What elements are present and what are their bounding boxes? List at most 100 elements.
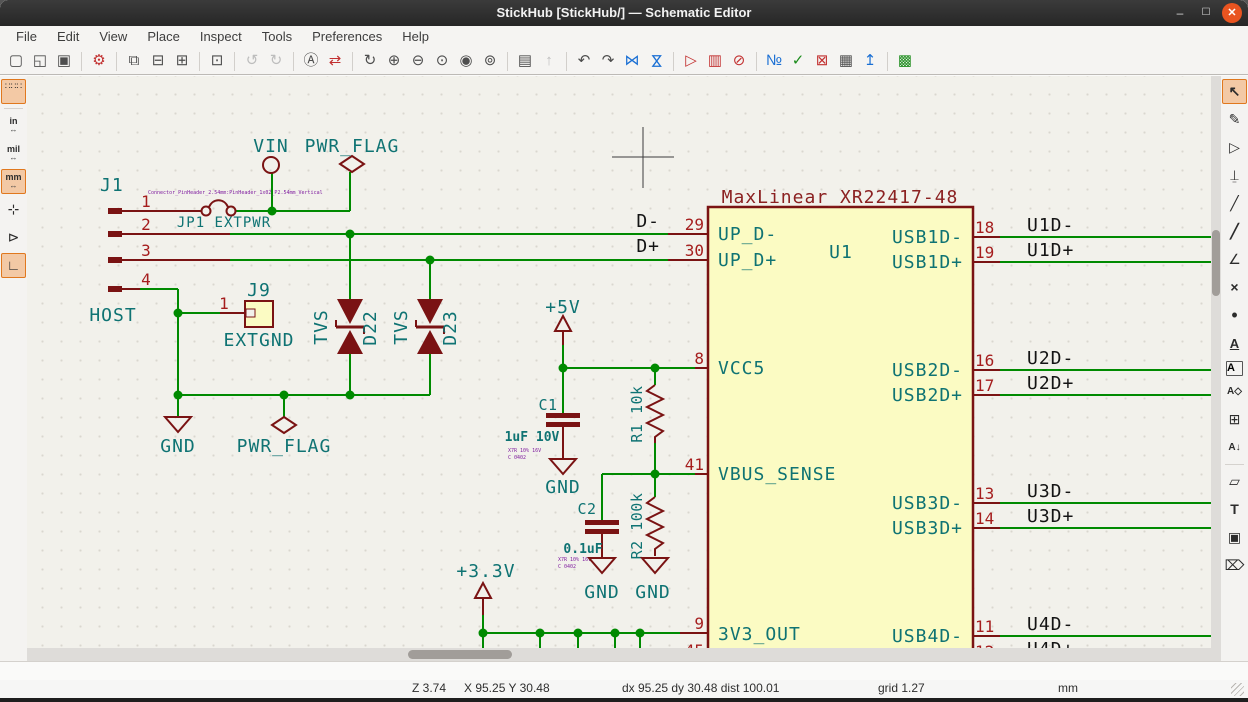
select-tool-icon[interactable]: ↖ — [1222, 79, 1247, 104]
place-symbol-icon[interactable]: ▷ — [1222, 135, 1247, 160]
edit-symbols-icon[interactable]: ▷ — [680, 50, 702, 72]
place-net-label-icon[interactable]: A — [1222, 331, 1247, 356]
vertical-scrollbar[interactable] — [1211, 76, 1221, 661]
menu-preferences[interactable]: Preferences — [302, 26, 392, 48]
capacitor-c2[interactable]: C2 0.1uF X7R 10% 16V C 0402 — [558, 500, 619, 570]
title-bar[interactable]: StickHub [StickHub/] — Schematic Editor … — [0, 0, 1248, 26]
undo-icon[interactable]: ↺ — [241, 50, 263, 72]
leave-sheet-icon[interactable]: ↑ — [538, 50, 560, 72]
browse-symbol-libraries-icon[interactable]: ▥ — [704, 50, 726, 72]
generate-bom-icon[interactable]: ↥ — [859, 50, 881, 72]
place-no-connect-icon[interactable]: × — [1222, 275, 1247, 300]
resistor-r1[interactable]: R1 10k — [628, 385, 663, 443]
grid-visibility-icon[interactable]: ∷∷∷ — [1, 79, 26, 104]
units-mm-button[interactable]: mm — [1, 169, 26, 194]
horizontal-scrollbar-thumb[interactable] — [408, 650, 512, 659]
pwr-flag-bottom-label[interactable]: PWR_FLAG — [237, 436, 332, 457]
r2-label[interactable]: R2 100k — [628, 493, 646, 560]
p3v3-label[interactable]: +3.3V — [456, 561, 515, 582]
place-wire-icon[interactable]: ╱ — [1222, 191, 1247, 216]
delete-tool-icon[interactable]: ⌦ — [1222, 553, 1247, 578]
power-vin[interactable]: VIN — [253, 136, 289, 173]
zoom-out-icon[interactable]: ⊖ — [407, 50, 429, 72]
zoom-fit-icon[interactable]: ⊙ — [431, 50, 453, 72]
hidden-pins-icon[interactable]: ⊳ — [1, 225, 26, 250]
mirror-horizontal-icon[interactable]: ⋈ — [645, 50, 667, 72]
net-label[interactable]: U4D- — [1027, 614, 1074, 635]
place-sheet-icon[interactable]: ⊞ — [1222, 407, 1247, 432]
save-icon[interactable]: ▣ — [53, 50, 75, 72]
place-image-icon[interactable]: ▣ — [1222, 525, 1247, 550]
r1-label[interactable]: R1 10k — [628, 385, 646, 442]
net-label[interactable]: U3D+ — [1027, 506, 1074, 527]
zoom-in-icon[interactable]: ⊕ — [383, 50, 405, 72]
net-label-dp[interactable]: D+ — [636, 236, 660, 257]
gnd-symbol-left[interactable]: GND — [160, 417, 196, 457]
schematic-setup-icon[interactable]: ⚙ — [88, 50, 110, 72]
hierarchy-navigator-icon[interactable]: ▤ — [514, 50, 536, 72]
p5v-label[interactable]: +5V — [545, 297, 581, 318]
cursor-crosshair-icon[interactable]: ⊹ — [1, 197, 26, 222]
gnd-label[interactable]: GND — [635, 582, 671, 603]
capacitor-c1[interactable]: C1 1uF 10V X7R 10% 16V C 0402 — [505, 396, 580, 461]
zoom-selection-icon[interactable]: ⊚ — [479, 50, 501, 72]
net-label[interactable]: U2D+ — [1027, 373, 1074, 394]
highlight-net-icon[interactable]: ✎ — [1222, 107, 1247, 132]
rotate-cw-icon[interactable]: ↷ — [597, 50, 619, 72]
net-label-dm[interactable]: D- — [636, 211, 660, 232]
place-bus-entry-icon[interactable]: ∠ — [1222, 247, 1247, 272]
resize-grip[interactable] — [1231, 683, 1244, 696]
vertical-scrollbar-thumb[interactable] — [1212, 230, 1220, 296]
host-net-label[interactable]: HOST — [89, 305, 136, 326]
update-symbols-icon[interactable]: ⊘ — [728, 50, 750, 72]
redo-icon[interactable]: ↻ — [265, 50, 287, 72]
open-pcb-editor-icon[interactable]: ▩ — [894, 50, 916, 72]
menu-help[interactable]: Help — [392, 26, 439, 48]
power-flag-bottom[interactable]: PWR_FLAG — [237, 417, 332, 457]
net-label[interactable]: U1D+ — [1027, 240, 1074, 261]
j1-ref[interactable]: J1 — [100, 175, 124, 196]
c1-ref[interactable]: C1 — [538, 396, 557, 414]
connector-j9[interactable]: J9 1 EXTGND — [219, 280, 294, 351]
power-flag-top[interactable]: PWR_FLAG — [305, 136, 400, 172]
vin-label[interactable]: VIN — [253, 136, 289, 157]
place-hierarchical-label-icon[interactable]: A◇ — [1222, 379, 1247, 404]
annotate-icon[interactable]: № — [763, 50, 785, 72]
hv-wire-mode-icon[interactable]: ∟ — [1, 253, 26, 278]
run-erc-icon[interactable]: ✓ — [787, 50, 809, 72]
maximize-button[interactable]: ☐ — [1196, 3, 1216, 23]
gnd-label[interactable]: GND — [584, 582, 620, 603]
menu-tools[interactable]: Tools — [252, 26, 302, 48]
menu-file[interactable]: File — [6, 26, 47, 48]
power-5v[interactable]: +5V — [545, 297, 581, 345]
gnd-label[interactable]: GND — [160, 436, 196, 457]
mirror-vertical-icon[interactable]: ⋈ — [621, 50, 643, 72]
menu-inspect[interactable]: Inspect — [190, 26, 252, 48]
symbol-fields-table-icon[interactable]: ▦ — [835, 50, 857, 72]
horizontal-scrollbar[interactable] — [27, 648, 1211, 661]
pwr-flag-top-label[interactable]: PWR_FLAG — [305, 136, 400, 157]
print-icon[interactable]: ⊟ — [147, 50, 169, 72]
paste-icon[interactable]: ⊡ — [206, 50, 228, 72]
refresh-icon[interactable]: ↻ — [359, 50, 381, 72]
assign-footprints-icon[interactable]: ⊠ — [811, 50, 833, 72]
net-label[interactable]: U2D- — [1027, 348, 1074, 369]
u1-value[interactable]: MaxLinear_XR22417-48 — [722, 187, 959, 208]
zoom-objects-icon[interactable]: ◉ — [455, 50, 477, 72]
find-icon[interactable]: Ⓐ — [300, 50, 322, 72]
page-settings-icon[interactable]: ⧉ — [123, 50, 145, 72]
c2-ref[interactable]: C2 — [577, 500, 596, 518]
place-junction-icon[interactable]: • — [1222, 303, 1247, 328]
schematic-canvas[interactable]: J1 1 2 3 4 JP1 EXTPWR Connector_PinHeade… — [27, 76, 1221, 661]
junction-dots[interactable] — [174, 207, 660, 638]
tvs-diode-d22[interactable]: TVS D22 — [311, 299, 381, 354]
tvs-diode-d23[interactable]: TVS D23 — [391, 299, 461, 354]
open-schematic-icon[interactable]: ◱ — [29, 50, 51, 72]
units-inches-button[interactable]: in — [1, 113, 26, 138]
close-button[interactable]: ✕ — [1222, 3, 1242, 23]
minimize-button[interactable]: – — [1170, 3, 1190, 23]
units-mils-button[interactable]: mil — [1, 141, 26, 166]
resistor-r2[interactable]: R2 100k — [628, 493, 663, 560]
place-global-label-icon[interactable]: A — [1226, 361, 1243, 376]
plot-icon[interactable]: ⊞ — [171, 50, 193, 72]
